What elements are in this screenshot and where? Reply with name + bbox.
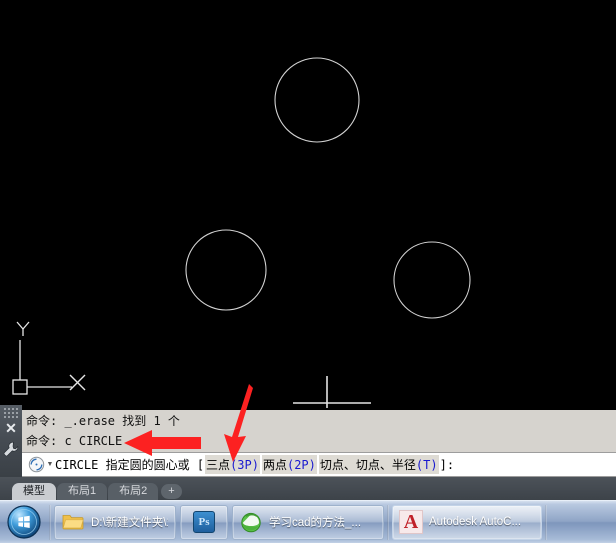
tab-model[interactable]: 模型 (12, 483, 56, 500)
taskbar-item-browser[interactable]: 学习cad的方法_... (232, 504, 384, 540)
photoshop-icon: Ps (192, 510, 216, 534)
circle-entity[interactable] (185, 229, 267, 311)
history-line: 命令: c CIRCLE (26, 434, 123, 448)
taskbar-item-browser-label: 学习cad的方法_... (269, 517, 362, 529)
folder-icon (61, 510, 85, 534)
ucs-icon (12, 321, 72, 395)
circle-entity[interactable] (274, 57, 360, 143)
option-tangent-radius-label: 切点、切点、半径 (319, 458, 416, 472)
bracket-open: [ (196, 457, 205, 472)
command-prompt-prefix: CIRCLE 指定圆的圆心或 (55, 458, 190, 472)
autocad-icon: A (399, 510, 423, 534)
internet-explorer-icon (239, 510, 263, 534)
chevron-down-icon[interactable]: ▼ (45, 456, 55, 473)
option-3p-key: (3P) (230, 458, 259, 472)
autocad-window: 命令: _.erase 找到 1 个 命令: c CIRCLE ✕ ▼ CIRC… (0, 0, 616, 543)
add-layout-button[interactable]: + (161, 484, 182, 499)
history-line: 命令: _.erase 找到 1 个 (26, 414, 180, 428)
taskbar-divider (387, 504, 389, 540)
drag-grip[interactable] (3, 407, 19, 418)
option-tangent-radius[interactable]: 切点、切点、半径(T) (318, 455, 439, 474)
command-prompt-text: CIRCLE 指定圆的圆心或 [ 三点(3P) 两点(2P) 切点、切点、半径(… (55, 455, 616, 474)
windows-logo-icon (7, 505, 41, 539)
taskbar-item-explorer[interactable]: D:\新建文件夹\15 (54, 504, 176, 540)
crosshair-cursor (293, 376, 371, 408)
drawing-canvas[interactable] (0, 0, 616, 410)
command-input-line[interactable]: ▼ CIRCLE 指定圆的圆心或 [ 三点(3P) 两点(2P) 切点、切点、半… (22, 452, 616, 477)
taskbar-divider (545, 504, 547, 540)
command-window-dock-strip: ✕ (0, 405, 22, 477)
layout-tab-bar: 模型 布局1 布局2 + (0, 477, 616, 500)
option-2p-key: (2P) (286, 458, 316, 472)
command-history-panel[interactable]: 命令: _.erase 找到 1 个 命令: c CIRCLE (0, 410, 616, 452)
taskbar-item-autocad[interactable]: A Autodesk AutoC... (392, 504, 542, 540)
circle-command-icon[interactable] (28, 456, 45, 473)
option-3p[interactable]: 三点(3P) (205, 455, 260, 474)
start-button[interactable]: Start (0, 502, 48, 543)
option-2p[interactable]: 两点(2P) (261, 455, 317, 474)
cad-entities-svg (12, 57, 471, 408)
bracket-close: ]: (439, 457, 455, 472)
taskbar-item-photoshop[interactable]: Ps (180, 504, 228, 540)
taskbar-item-autocad-label: Autodesk AutoC... (429, 516, 522, 528)
point-marker-icon (69, 374, 86, 391)
wrench-icon[interactable] (3, 441, 19, 457)
windows-taskbar: Start D:\新建文件夹\15 Ps (0, 500, 616, 543)
command-history-text: 命令: _.erase 找到 1 个 命令: c CIRCLE (22, 410, 616, 452)
circle-entity[interactable] (393, 241, 471, 319)
option-2p-label: 两点 (262, 458, 287, 472)
taskbar-divider (49, 504, 51, 540)
option-3p-label: 三点 (206, 458, 231, 472)
tab-layout2[interactable]: 布局2 (108, 483, 159, 500)
close-icon[interactable]: ✕ (0, 419, 22, 437)
tab-layout1[interactable]: 布局1 (57, 483, 108, 500)
option-tangent-radius-key: (T) (415, 458, 438, 472)
taskbar-item-explorer-label: D:\新建文件夹\15 (91, 517, 168, 529)
